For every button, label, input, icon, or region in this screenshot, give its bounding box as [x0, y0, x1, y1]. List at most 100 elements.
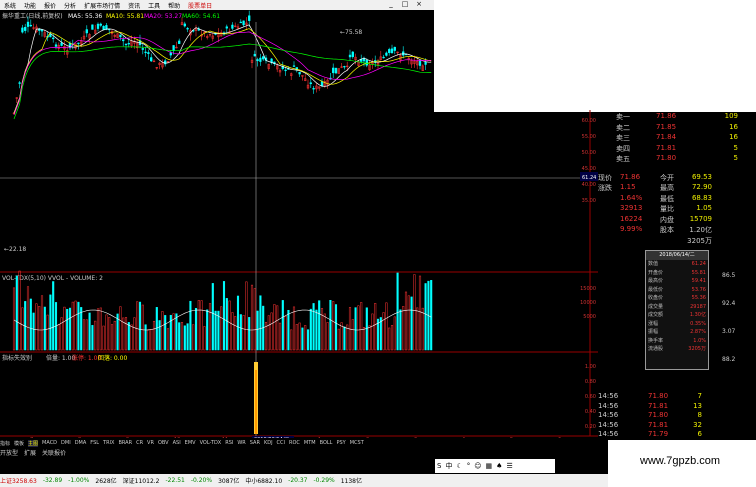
indicator-tab-模板[interactable]: 模板: [14, 440, 24, 447]
popup-key: 最低价: [648, 286, 664, 293]
menu-item-2[interactable]: 报价: [44, 1, 56, 10]
mode-item[interactable]: 关联报价: [42, 450, 66, 457]
volume-bar: [421, 307, 424, 351]
popup-row: 流通股 3205万: [646, 345, 708, 354]
volume-bar: [318, 300, 321, 351]
indicator-tab-macd[interactable]: MACD: [42, 440, 57, 446]
tray-icon[interactable]: 中: [445, 461, 452, 471]
tray-icon[interactable]: °: [467, 462, 471, 470]
stat-key: [598, 194, 620, 203]
volume-bar: [231, 312, 234, 351]
indicator-tab-roc[interactable]: ROC: [289, 440, 300, 446]
price-axis-label: 55.00: [582, 134, 596, 140]
candle-body: [54, 44, 58, 47]
indicator-tab-trix[interactable]: TRIX: [103, 440, 114, 446]
indicator-tab-fsl[interactable]: FSL: [90, 440, 99, 446]
kline-chart[interactable]: 振华重工(日线,前复权) MA5: 55.36 MA10: 55.81 MA20: 5…: [0, 10, 598, 438]
indicator-tab-wr[interactable]: WR: [237, 440, 245, 446]
indicator-tab-指标[interactable]: 指标: [0, 440, 10, 447]
volume-bar: [239, 314, 242, 351]
mode-item[interactable]: 扩展: [24, 450, 36, 457]
volume-bar: [292, 306, 296, 351]
stat-value: 69.53: [691, 172, 712, 181]
volume-bar: [80, 307, 83, 351]
volume-bar: [245, 281, 248, 351]
stat-key: 涨跌: [598, 184, 612, 192]
tray-icon[interactable]: ♠: [496, 462, 502, 470]
volume-bar: [110, 324, 114, 351]
indicator-tab-emv[interactable]: EMV: [185, 440, 196, 446]
volume-bar: [306, 329, 310, 351]
minimize-icon[interactable]: _: [384, 0, 398, 10]
indicator-tab-obv[interactable]: OBV: [158, 440, 169, 446]
stat-key: 现价: [598, 173, 612, 182]
indicator-tab-dmi[interactable]: DMI: [61, 440, 71, 446]
high-marker: ←75.58: [340, 29, 362, 36]
indicator-tab-psy[interactable]: PSY: [336, 440, 345, 446]
volume-bar: [206, 309, 209, 351]
volume-bar: [108, 317, 111, 351]
close-icon[interactable]: ×: [412, 0, 426, 10]
menu-item-1[interactable]: 功能: [24, 1, 36, 10]
ma-label: MA10: 55.81: [106, 13, 144, 20]
tray-icon[interactable]: ▦: [486, 462, 493, 470]
volume-bar: [304, 325, 307, 351]
tick-time: 14:56: [598, 401, 619, 410]
indicator-tab-主图[interactable]: 主图: [28, 439, 39, 447]
stat-value: 68.83: [691, 193, 712, 202]
side-value: 88.2: [722, 356, 736, 363]
menu-item-0[interactable]: 系统: [4, 1, 16, 10]
ask-volume: 5: [733, 143, 738, 152]
tray-icon[interactable]: ☺: [474, 462, 481, 470]
menu-item-7[interactable]: 帮助: [168, 1, 180, 10]
volume-bar: [178, 322, 181, 351]
volume-bar: [133, 317, 136, 351]
indicator-tab-asi[interactable]: ASI: [173, 440, 181, 446]
price-axis-label: 40.00: [582, 182, 596, 188]
candle-body: [298, 72, 301, 75]
indicator-tab-mtm[interactable]: MTM: [304, 440, 316, 446]
indicator-tab-vr[interactable]: VR: [147, 440, 154, 446]
watermark: www.7gpzb.com: [640, 455, 721, 467]
ma-label: MA20: 53.27: [144, 13, 182, 20]
side-value: 92.4: [722, 300, 736, 307]
ask-label: 卖三: [616, 134, 630, 142]
indicator-tab-sar[interactable]: SAR: [250, 440, 260, 446]
indicator-tab-dma[interactable]: DMA: [75, 440, 87, 446]
indicator-tab-mcst[interactable]: MCST: [350, 440, 364, 446]
volume-bar: [424, 283, 427, 351]
menu-item-3[interactable]: 分析: [64, 1, 76, 10]
volume-bar: [15, 275, 18, 351]
volume-bar: [158, 320, 161, 351]
candle-body: [365, 60, 368, 66]
indicator-tab-cci[interactable]: CCI: [277, 440, 285, 446]
indicator-tab-rsi[interactable]: RSI: [225, 440, 233, 446]
volume-bar: [362, 327, 366, 351]
volume-bar: [393, 316, 396, 351]
volume-bar: [228, 300, 231, 351]
tray-icon[interactable]: ☾: [456, 462, 462, 470]
volume-bar: [43, 306, 46, 351]
indicator-tab-kdj[interactable]: KDJ: [264, 440, 273, 446]
menu-item-6[interactable]: 工具: [148, 1, 160, 10]
volume-bar: [175, 313, 178, 351]
indicator-tab-boll[interactable]: BOLL: [320, 440, 333, 446]
price-axis-label: 35.00: [582, 198, 596, 204]
tray-icon[interactable]: S: [437, 462, 441, 470]
menu-item-4[interactable]: 扩展市场行情: [84, 1, 120, 10]
candle-body: [351, 51, 354, 58]
ma-label: MA5: 55.36: [68, 13, 102, 20]
indicator-tab-cr[interactable]: CR: [136, 440, 143, 446]
vol-axis-label: 10000: [580, 300, 596, 306]
menu-item-5[interactable]: 资讯: [128, 1, 140, 10]
indicator-tab-vol-tdx[interactable]: VOL-TDX: [200, 440, 222, 446]
volume-bar: [343, 326, 346, 351]
volume-bar: [130, 324, 133, 351]
volume-bar: [94, 320, 97, 351]
maximize-icon[interactable]: □: [398, 0, 412, 10]
volume-bar: [290, 329, 293, 351]
stat-row: 9.99% 股本 1.20亿: [598, 225, 756, 234]
indicator-tab-brar[interactable]: BRAR: [118, 440, 132, 446]
tray-icon[interactable]: ☰: [506, 462, 512, 470]
menu-highlight[interactable]: 股票单日: [188, 1, 212, 10]
